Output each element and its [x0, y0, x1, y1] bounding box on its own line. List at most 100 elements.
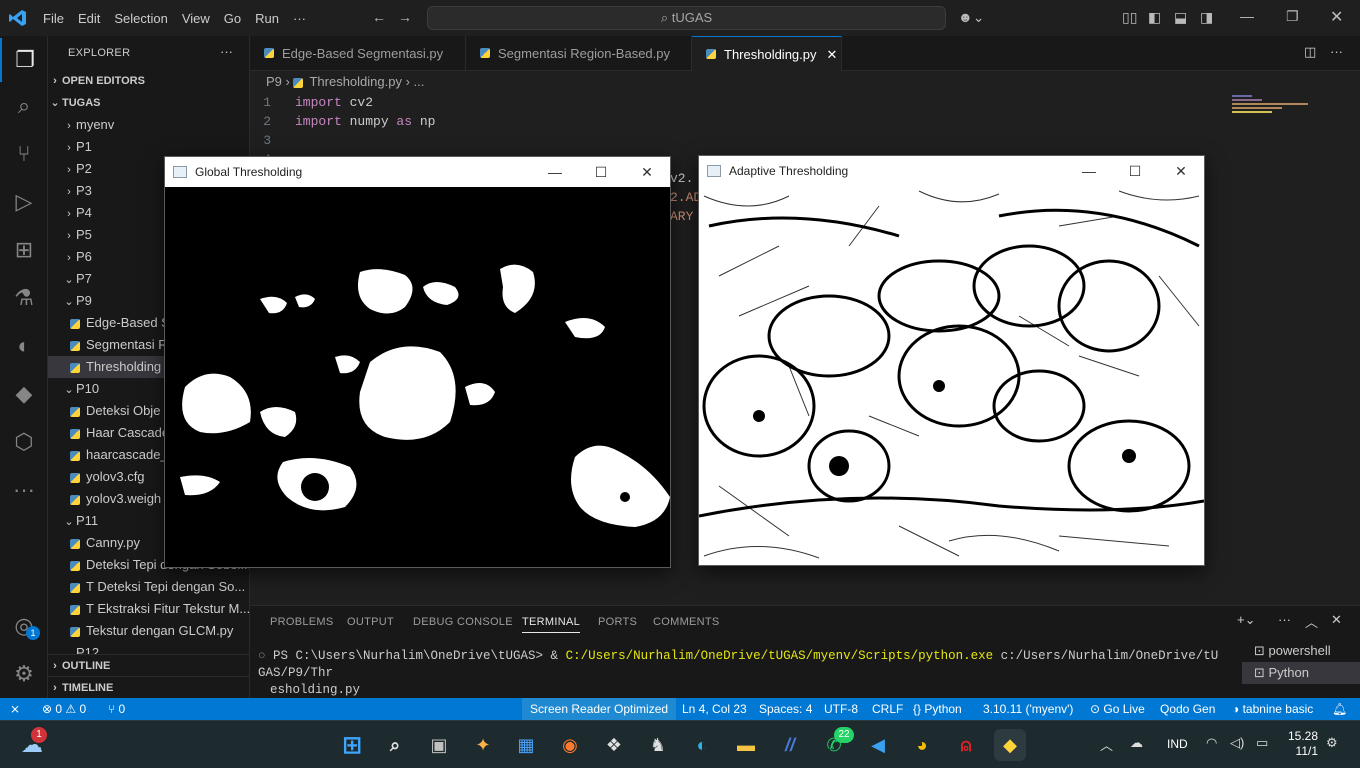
global-window-titlebar[interactable]: Global Thresholding — ☐ ✕	[165, 157, 670, 187]
minimize-icon[interactable]: —	[1240, 8, 1254, 24]
adaptive-minimize-icon[interactable]: —	[1066, 156, 1112, 186]
copilot-icon[interactable]: ☻⌄	[958, 9, 984, 26]
file-explorer-icon[interactable]: ▬	[730, 729, 762, 761]
command-center-search[interactable]: ⌕ tUGAS	[427, 6, 946, 30]
extensions-icon[interactable]: ⊞	[0, 228, 48, 272]
notifications-bell-icon[interactable]: 🔔︎	[1332, 698, 1347, 720]
line-ending[interactable]: CRLF	[872, 698, 903, 720]
firefox-icon[interactable]: ◉	[554, 729, 586, 761]
python-interpreter[interactable]: 3.10.11 ('myenv')	[983, 698, 1073, 720]
encoding[interactable]: UTF-8	[824, 698, 858, 720]
cursor-position[interactable]: Ln 4, Col 23	[682, 698, 747, 720]
tray-overflow-icon[interactable]: ︿	[1100, 735, 1113, 754]
battery-icon[interactable]: ▭	[1256, 735, 1268, 751]
explorer-icon[interactable]: ❐	[0, 38, 48, 82]
tabnine-button[interactable]: ◑ tabnine basic	[1232, 698, 1313, 720]
ports-indicator[interactable]: ⑂ 0	[108, 698, 125, 720]
acrobat-icon[interactable]: ⍝	[950, 729, 982, 761]
taskbar-search-icon[interactable]: ⌕	[379, 729, 411, 761]
language-mode[interactable]: {} Python	[913, 698, 962, 720]
panel-tab-comments[interactable]: COMMENTS	[653, 616, 720, 628]
source-control-icon[interactable]: ⑂	[0, 132, 48, 176]
explorer-more-icon[interactable]: ···	[220, 44, 233, 59]
global-thresholding-window[interactable]: Global Thresholding — ☐ ✕	[164, 156, 671, 568]
qodo-gen-button[interactable]: Qodo Gen	[1160, 698, 1215, 720]
menu-selection[interactable]: Selection	[107, 11, 174, 26]
new-terminal-icon[interactable]: +⌄	[1237, 612, 1255, 628]
dropbox-icon[interactable]: ❖	[598, 729, 630, 761]
panel-tab-output[interactable]: OUTPUT	[347, 616, 394, 628]
adaptive-maximize-icon[interactable]: ☐	[1112, 156, 1158, 186]
network-tray-icon[interactable]: ☁	[1130, 735, 1143, 751]
testing-icon[interactable]: ⚗	[0, 276, 48, 320]
maximize-panel-icon[interactable]: ︿	[1305, 612, 1318, 631]
close-icon[interactable]: ✕	[1330, 7, 1343, 27]
run-debug-icon[interactable]: ▷	[0, 180, 48, 224]
settings-gear-icon[interactable]: ⚙	[0, 652, 48, 696]
shell-powershell[interactable]: ⊡ powershell	[1242, 640, 1360, 662]
search-view-icon[interactable]: ⌕	[0, 84, 48, 128]
adaptive-close-icon[interactable]: ✕	[1158, 156, 1204, 186]
panel-tab-ports[interactable]: PORTS	[598, 616, 637, 628]
clock[interactable]: 15.28 11/1	[1284, 729, 1318, 759]
notification-center-icon[interactable]: ⚙	[1326, 735, 1338, 751]
restore-icon[interactable]: ❐	[1286, 8, 1299, 25]
menu-view[interactable]: View	[175, 11, 217, 26]
tree-folder[interactable]: › myenv	[48, 114, 249, 136]
global-maximize-icon[interactable]: ☐	[578, 157, 624, 187]
tree-folder[interactable]: › P1	[48, 136, 249, 158]
copilot-app-icon[interactable]: ✦	[467, 729, 499, 761]
microsoft-store-icon[interactable]: ▦	[510, 729, 542, 761]
task-view-icon[interactable]: ▣	[423, 729, 455, 761]
outline-section[interactable]: › OUTLINE	[48, 654, 249, 676]
chrome-icon[interactable]: ◕	[906, 729, 938, 761]
tree-file[interactable]: T Deteksi Tepi dengan So...	[48, 576, 249, 598]
input-language[interactable]: IND	[1167, 737, 1188, 751]
toggle-secondary-sidebar-icon[interactable]: ◨	[1200, 9, 1213, 26]
go-live-button[interactable]: ⊙ Go Live	[1090, 698, 1145, 720]
breadcrumb-folder[interactable]: P9	[266, 74, 282, 89]
tree-file[interactable]: T Ekstraksi Fitur Tekstur M...	[48, 598, 249, 620]
edge-devtools-icon[interactable]: ◐	[0, 324, 48, 368]
remote-indicator[interactable]: ⨯	[10, 698, 20, 720]
accounts-icon[interactable]: ◎	[0, 604, 48, 648]
global-close-icon[interactable]: ✕	[624, 157, 670, 187]
menu-more[interactable]: ···	[286, 11, 313, 26]
breadcrumb-file[interactable]: Thresholding.py	[309, 74, 402, 89]
tab-close-icon[interactable]: ✕	[827, 47, 838, 62]
python-icon[interactable]: ◆	[0, 372, 48, 416]
panel-tab-debug-console[interactable]: DEBUG CONSOLE	[413, 616, 513, 628]
menu-edit[interactable]: Edit	[71, 11, 107, 26]
minimap[interactable]	[1232, 93, 1312, 123]
more-views-icon[interactable]: ···	[0, 468, 48, 512]
editor-more-icon[interactable]: ···	[1330, 44, 1343, 59]
breadcrumb-symbol[interactable]: ...	[414, 74, 425, 89]
visual-studio-icon[interactable]: //	[774, 729, 806, 761]
menu-file[interactable]: File	[36, 11, 71, 26]
toggle-panel-icon[interactable]: ⬓	[1174, 9, 1187, 26]
toggle-sidebar-icon[interactable]: ◧	[1148, 9, 1161, 26]
vscode-taskbar-icon[interactable]: ◀	[862, 729, 894, 761]
menu-go[interactable]: Go	[217, 11, 248, 26]
tree-file[interactable]: Tekstur dengan GLCM.py	[48, 620, 249, 642]
panel-more-icon[interactable]: ···	[1278, 612, 1291, 627]
global-minimize-icon[interactable]: —	[532, 157, 578, 187]
wifi-icon[interactable]: ◠	[1206, 735, 1217, 751]
volume-icon[interactable]: ◁)	[1230, 735, 1244, 751]
panel-tab-terminal[interactable]: TERMINAL	[522, 616, 581, 633]
panel-tab-problems[interactable]: PROBLEMS	[270, 616, 334, 628]
remote-explorer-icon[interactable]: ⬡	[0, 420, 48, 464]
tab-segmentasi-region[interactable]: Segmentasi Region-Based.py	[466, 36, 692, 71]
back-arrow-icon[interactable]: ←	[372, 9, 386, 25]
forward-arrow-icon[interactable]: →	[398, 9, 412, 25]
menu-run[interactable]: Run	[248, 11, 286, 26]
adaptive-thresholding-window[interactable]: Adaptive Thresholding — ☐ ✕	[698, 155, 1205, 566]
close-panel-icon[interactable]: ✕	[1331, 612, 1342, 628]
start-windows-icon[interactable]: ⊞	[336, 729, 368, 761]
open-editors-section[interactable]: › OPEN EDITORS	[48, 70, 249, 92]
shell-python[interactable]: ⊡ Python	[1242, 662, 1360, 684]
timeline-section[interactable]: › TIMELINE	[48, 676, 249, 698]
problems-indicator[interactable]: ⊗ 0 ⚠ 0	[42, 698, 86, 720]
workspace-section[interactable]: ⌄ TUGAS	[48, 92, 249, 114]
adaptive-window-titlebar[interactable]: Adaptive Thresholding — ☐ ✕	[699, 156, 1204, 186]
